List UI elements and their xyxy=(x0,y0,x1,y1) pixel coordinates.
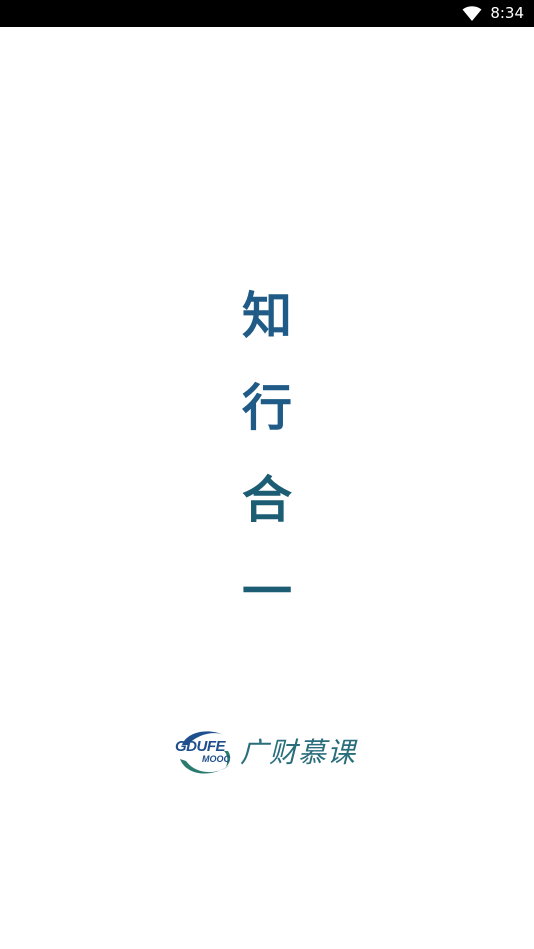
logo-name: 广财慕课 xyxy=(240,736,357,769)
motto-char-4: 一 xyxy=(242,562,292,621)
status-icons: 8:34 xyxy=(462,0,524,27)
app-logo: GDUFE MOOC 广财慕课 xyxy=(172,724,364,782)
logo-mooc-text: MOOC xyxy=(202,754,230,764)
status-bar: 8:34 xyxy=(0,0,534,27)
logo-mark: GDUFE MOOC xyxy=(172,725,238,781)
splash-screen: 知 行 合 一 GDUFE MOOC 广财慕课 xyxy=(0,27,534,949)
motto-char-3: 合 xyxy=(242,470,292,529)
wifi-icon xyxy=(462,5,482,21)
clock: 8:34 xyxy=(490,4,524,22)
motto: 知 行 合 一 xyxy=(0,270,534,638)
motto-char-1: 知 xyxy=(242,286,292,345)
logo-gdufe-text: GDUFE xyxy=(175,738,226,755)
motto-char-2: 行 xyxy=(242,378,292,437)
